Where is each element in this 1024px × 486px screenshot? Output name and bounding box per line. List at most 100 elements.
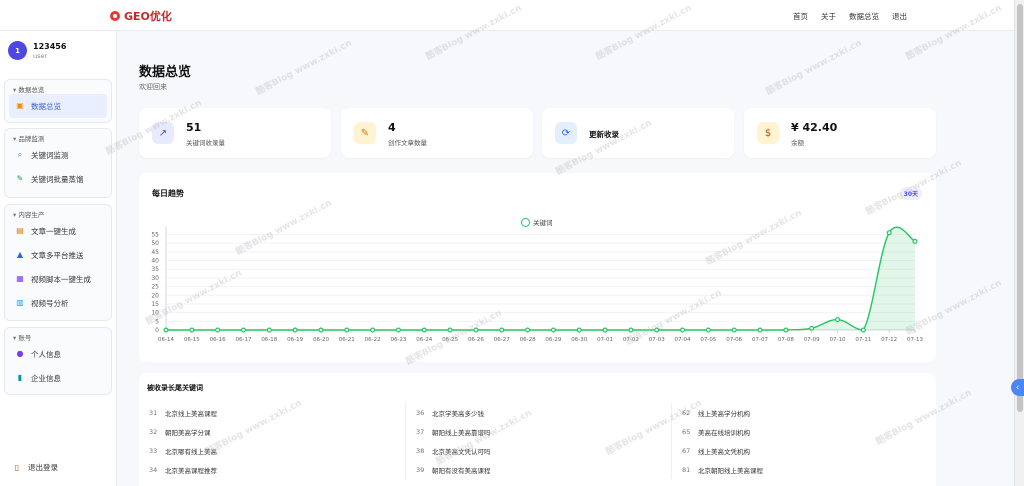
nav-dashboard[interactable]: 数据总览 (849, 11, 879, 22)
keyword-row[interactable]: 31 北京线上美高课程 (139, 403, 404, 422)
keyword-index: 81 (682, 465, 691, 474)
data-point (860, 327, 866, 333)
sidebar-item-label: 企业信息 (31, 373, 61, 383)
x-tick-label: 07-06 (726, 337, 742, 343)
data-point (266, 327, 272, 333)
logout-label: 退出登录 (28, 463, 58, 472)
sidebar-item-article-generate[interactable]: ▤ 文章一键生成 (5, 219, 111, 243)
group-title[interactable]: 品牌监测 (5, 129, 111, 143)
keyword-text: 北京学美高多少钱 (432, 409, 484, 418)
y-tick-label: 40 (151, 258, 159, 265)
series-area (166, 227, 915, 330)
keyword-row[interactable]: 33 北京哪有线上美高 (139, 441, 404, 460)
keywords-title: 被收录长尾关键词 (147, 384, 203, 392)
trend-icon: ↗ (152, 122, 174, 144)
y-tick-label: 35 (151, 266, 159, 273)
x-tick-label: 07-09 (804, 337, 820, 343)
sidebar-item-label: 视频脚本一键生成 (31, 274, 91, 284)
keyword-text: 朝阳线上美高靠谱吗 (432, 428, 491, 437)
keyword-row[interactable]: 67 线上美高文凭机构 (672, 441, 936, 460)
brand-logo[interactable]: GEO优化 (110, 8, 172, 24)
y-tick-label: 50 (151, 240, 159, 247)
y-tick-label: 15 (151, 301, 159, 308)
group-title[interactable]: 账号 (5, 328, 111, 342)
stat-card-keywords: ↗ 51 关键词收录量 (139, 108, 331, 158)
sidebar-item-dashboard[interactable]: ▣ 数据总览 (9, 94, 107, 118)
keyword-index: 38 (416, 446, 425, 455)
data-point (886, 230, 892, 236)
data-point (447, 327, 453, 333)
top-nav: 首页 关于 数据总览 退出 (793, 11, 907, 22)
x-tick-label: 07-13 (907, 337, 923, 343)
nav-home[interactable]: 首页 (793, 11, 808, 22)
keyword-index: 33 (149, 446, 158, 455)
keyword-column: 36 北京学美高多少钱 37 朝阳线上美高靠谱吗 38 北京美高文凭认可吗 39 朝阳有… (405, 403, 670, 479)
page-scrollbar[interactable] (1014, 0, 1024, 486)
sidebar: 1 123456 user 数据总览 ▣ 数据总览 品牌监测 ⌕ 关键词监测 ✎… (0, 31, 117, 486)
keyword-row[interactable]: 32 朝阳美高学分课 (139, 422, 404, 441)
stat-label: 创作文章数量 (388, 139, 427, 147)
keyword-row[interactable]: 65 美高在线培训机构 (672, 422, 936, 441)
data-point (189, 327, 195, 333)
x-tick-label: 06-18 (261, 337, 277, 343)
x-tick-label: 07-01 (597, 337, 613, 343)
y-tick-label: 25 (151, 284, 159, 291)
sidebar-group-overview: 数据总览 ▣ 数据总览 (4, 79, 112, 123)
sidebar-item-profile[interactable]: ● 个人信息 (5, 342, 111, 366)
keyword-index: 67 (682, 446, 691, 455)
collapse-panel-button[interactable]: ‹ (1011, 379, 1024, 396)
data-point (163, 327, 169, 333)
sidebar-item-video-analysis[interactable]: ▥ 视频号分析 (5, 291, 111, 315)
sidebar-item-company[interactable]: ▮ 企业信息 (5, 366, 111, 390)
keyword-row[interactable]: 38 北京美高文凭认可吗 (406, 441, 670, 460)
keyword-row[interactable]: 39 朝阳有没有美高课程 (406, 460, 670, 479)
logout-button[interactable]: ▯ 退出登录 (12, 462, 58, 473)
nav-about[interactable]: 关于 (821, 11, 836, 22)
keyword-row[interactable]: 81 北京朝阳线上美高课程 (672, 460, 936, 479)
person-icon: ● (16, 349, 24, 358)
keyword-index: 31 (149, 408, 158, 417)
data-point (292, 327, 298, 333)
watermark: 酷客Blog www.zxki.cn (254, 38, 354, 98)
y-tick-label: 10 (151, 310, 159, 317)
sidebar-item-label: 文章多平台推送 (31, 250, 84, 260)
sidebar-item-article-push[interactable]: ▲ 文章多平台推送 (5, 243, 111, 267)
sidebar-item-keyword-distill[interactable]: ✎ 关键词批量蒸馏 (5, 167, 111, 191)
data-point (835, 317, 841, 323)
x-tick-label: 06-16 (210, 337, 226, 343)
data-point (757, 327, 763, 333)
keyword-index: 32 (149, 427, 158, 436)
data-point (344, 327, 350, 333)
refresh-label: 更新收录 (589, 130, 619, 139)
sidebar-item-keyword-monitor[interactable]: ⌕ 关键词监测 (5, 143, 111, 167)
keyword-index: 36 (416, 408, 425, 417)
group-title[interactable]: 数据总览 (5, 80, 111, 94)
nav-logout[interactable]: 退出 (892, 11, 907, 22)
data-point (602, 327, 608, 333)
stat-card-refresh[interactable]: ⟳ 更新收录 (542, 108, 734, 158)
keyword-row[interactable]: 36 北京学美高多少钱 (406, 403, 670, 422)
keyword-text: 北京哪有线上美高 (165, 447, 217, 456)
data-point (731, 327, 737, 333)
data-point (370, 327, 376, 333)
x-tick-label: 06-19 (287, 337, 303, 343)
keyword-text: 线上美高文凭机构 (698, 447, 750, 456)
sidebar-item-label: 关键词批量蒸馏 (31, 174, 84, 184)
x-tick-label: 06-21 (339, 337, 355, 343)
keyword-row[interactable]: 34 北京美高课程推荐 (139, 460, 404, 479)
x-tick-label: 06-22 (365, 337, 381, 343)
x-tick-label: 06-23 (390, 337, 406, 343)
group-title[interactable]: 内容生产 (5, 205, 111, 219)
keyword-text: 北京美高文凭认可吗 (432, 447, 491, 456)
data-point (240, 327, 246, 333)
keyword-row[interactable]: 37 朝阳线上美高靠谱吗 (406, 422, 670, 441)
keywords-card: 被收录长尾关键词 31 北京线上美高课程 32 朝阳美高学分课 33 北京哪有线上美高… (139, 373, 936, 486)
data-point (705, 327, 711, 333)
x-tick-label: 06-28 (520, 337, 536, 343)
x-tick-label: 06-20 (313, 337, 329, 343)
data-point (550, 327, 556, 333)
keyword-row[interactable]: 62 线上美高学分机构 (672, 403, 936, 422)
data-point (628, 327, 634, 333)
scrollbar-thumb[interactable] (1017, 4, 1023, 412)
sidebar-item-video-script[interactable]: ▦ 视频脚本一键生成 (5, 267, 111, 291)
